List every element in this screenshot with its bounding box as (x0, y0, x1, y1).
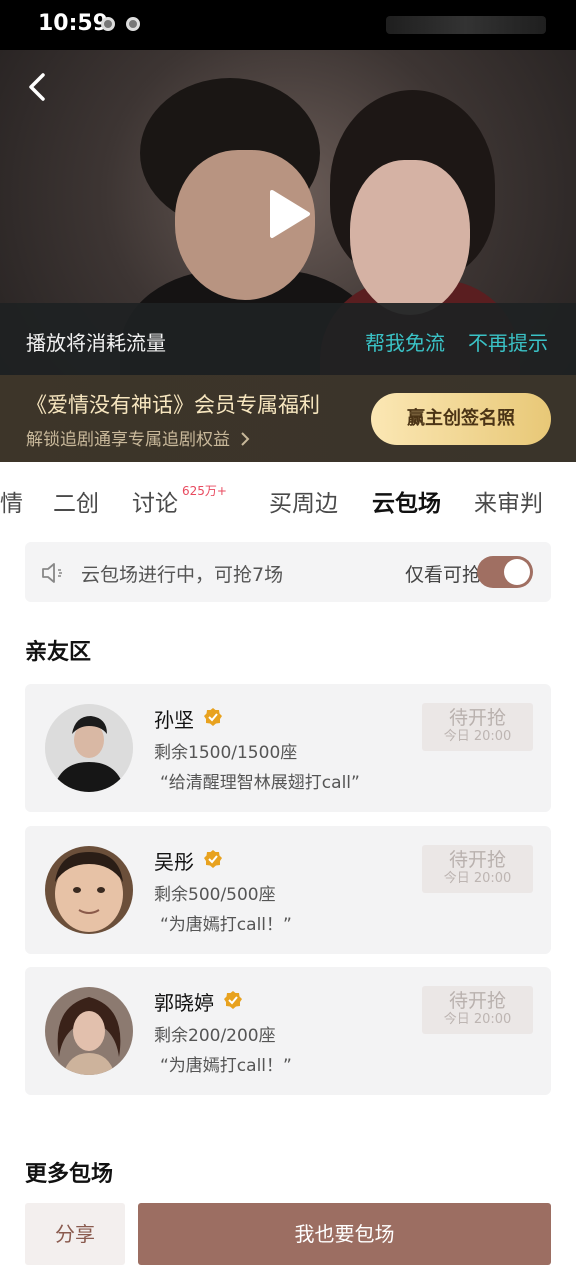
avatar-image (45, 704, 133, 792)
screening-card[interactable]: 吴彤 剩余500/500座 “为唐嫣打call！” 待开抢 今日 20:00 (25, 826, 551, 954)
avatar-image (45, 987, 133, 1075)
free-data-link[interactable]: 帮我免流 (365, 327, 445, 356)
screening-card[interactable]: 郭晓婷 剩余200/200座 “为唐嫣打call！” 待开抢 今日 20:00 (25, 967, 551, 1095)
data-usage-bar: 播放将消耗流量 帮我免流 不再提示 (0, 303, 576, 375)
avatar[interactable] (45, 987, 133, 1075)
chevron-right-icon (241, 432, 250, 446)
promo-title: 《爱情没有神话》会员专属福利 (26, 393, 320, 417)
tab-merch[interactable]: 买周边 (269, 484, 338, 518)
seats-remaining: 剩余500/500座 (154, 885, 276, 905)
win-signed-photo-button[interactable]: 赢主创签名照 (371, 393, 551, 445)
available-only-label: 仅看可抢 (405, 564, 482, 586)
seats-remaining: 剩余1500/1500座 (154, 743, 298, 763)
book-screening-button[interactable]: 我也要包场 (138, 1203, 551, 1265)
notification-icon (126, 17, 140, 31)
tab-creation[interactable]: 二创 (53, 484, 99, 518)
avatar-image (45, 846, 133, 934)
dont-remind-link[interactable]: 不再提示 (468, 327, 548, 356)
verified-icon (224, 991, 242, 1009)
status-time: 10:59 (38, 11, 109, 36)
data-usage-notice: 播放将消耗流量 (26, 331, 166, 355)
grab-button[interactable]: 待开抢 今日 20:00 (422, 845, 533, 893)
host-message: “为唐嫣打call！” (160, 915, 292, 935)
tab-cloud-screening[interactable]: 云包场 (372, 484, 441, 518)
play-icon[interactable] (262, 188, 314, 240)
grab-button[interactable]: 待开抢 今日 20:00 (422, 703, 533, 751)
grab-time: 今日 20:00 (443, 729, 512, 744)
screening-card[interactable]: 孙坚 剩余1500/1500座 “给清醒理智林展翅打call” 待开抢 今日 2… (25, 684, 551, 812)
host-message: “给清醒理智林展翅打call” (160, 773, 360, 793)
promo-subtitle[interactable]: 解锁追剧通享专属追剧权益 (26, 425, 251, 450)
host-name: 郭晓婷 (154, 991, 214, 1015)
host-name: 吴彤 (154, 850, 194, 874)
verified-icon (204, 850, 222, 868)
more-screenings-title: 更多包场 (25, 1162, 114, 1187)
available-only-toggle[interactable] (477, 556, 533, 588)
status-bar: 10:59 (0, 0, 576, 50)
grab-time: 今日 20:00 (443, 1012, 512, 1027)
verified-icon (204, 708, 222, 726)
screening-status-text: 云包场进行中，可抢7场 (81, 564, 284, 586)
toggle-knob (504, 559, 530, 585)
tab-bar: 情 二创 讨论 625万+ 买周边 云包场 来审判 (0, 470, 576, 530)
back-icon[interactable] (22, 70, 56, 104)
screening-notice-bar: 云包场进行中，可抢7场 仅看可抢 (25, 542, 551, 602)
tab-judge[interactable]: 来审判 (474, 484, 543, 518)
video-player[interactable]: 播放将消耗流量 帮我免流 不再提示 《爱情没有神话》会员专属福利 解锁追剧通享专… (0, 50, 576, 462)
avatar[interactable] (45, 704, 133, 792)
host-name: 孙坚 (154, 708, 194, 732)
tab-plot[interactable]: 情 (0, 484, 23, 518)
share-button[interactable]: 分享 (25, 1203, 125, 1265)
member-promo-banner[interactable]: 《爱情没有神话》会员专属福利 解锁追剧通享专属追剧权益 赢主创签名照 (0, 375, 576, 462)
avatar[interactable] (45, 846, 133, 934)
grab-time: 今日 20:00 (443, 871, 512, 886)
friends-section-title: 亲友区 (25, 640, 92, 665)
seats-remaining: 剩余200/200座 (154, 1026, 276, 1046)
tab-discussion[interactable]: 讨论 (132, 484, 178, 518)
status-indicators (386, 16, 546, 34)
discussion-count-badge: 625万+ (182, 484, 227, 498)
speaker-icon (42, 563, 62, 583)
notification-icon (101, 17, 115, 31)
host-message: “为唐嫣打call！” (160, 1056, 292, 1076)
grab-button[interactable]: 待开抢 今日 20:00 (422, 986, 533, 1034)
